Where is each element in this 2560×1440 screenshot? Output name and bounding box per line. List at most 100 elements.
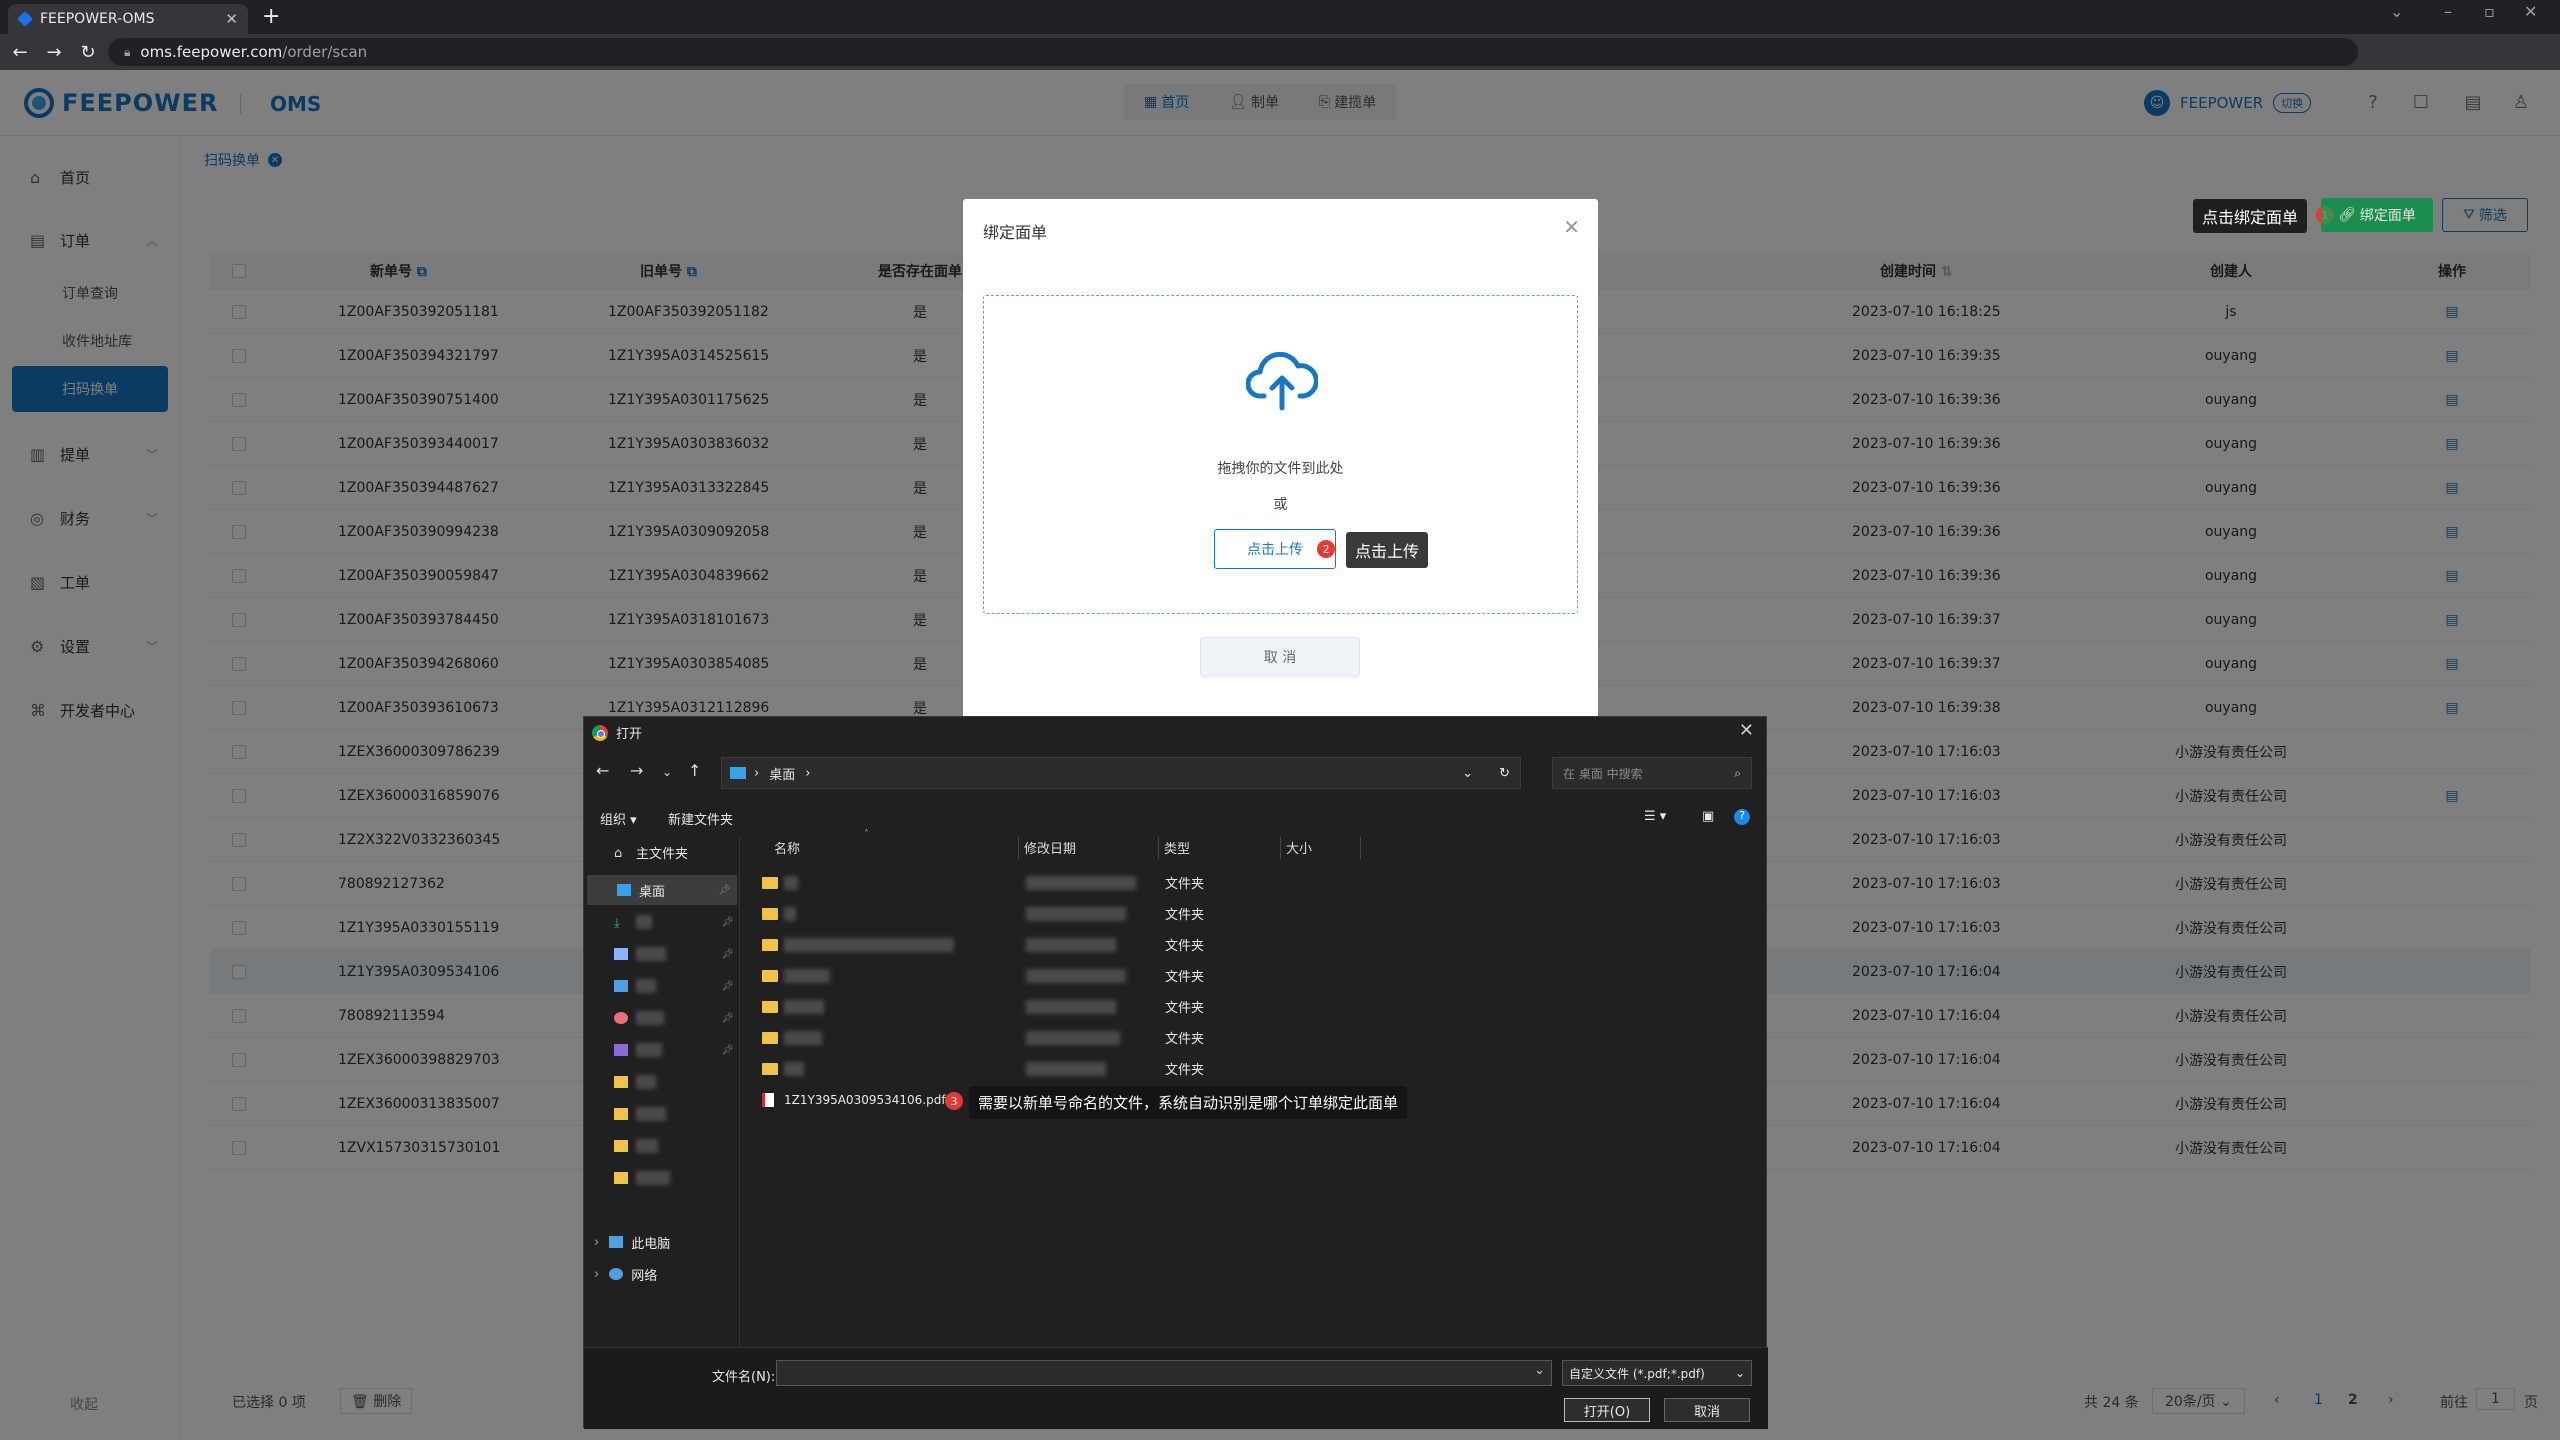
nav-home-folder[interactable]: ⌂ 主文件夹 — [584, 837, 740, 867]
video-icon — [614, 1044, 628, 1056]
desktop-icon — [617, 884, 631, 896]
blurred-date — [1026, 875, 1136, 890]
nav-music[interactable]: 📌︎ — [584, 1003, 740, 1033]
pin-icon: 📌︎ — [721, 980, 734, 992]
column-name[interactable]: 名称 — [774, 838, 800, 857]
column-type[interactable]: 类型 — [1164, 838, 1190, 857]
filename-input[interactable]: ⌄ — [776, 1360, 1552, 1386]
back-icon[interactable]: ← — [6, 42, 34, 63]
download-icon: ⤓ — [614, 916, 620, 931]
chevron-down-icon[interactable]: ⌄ — [1534, 1363, 1545, 1378]
folder-icon — [614, 1140, 628, 1152]
open-button[interactable]: 打开(O) — [1564, 1398, 1650, 1422]
link-icon: 🔗︎ — [2338, 207, 2356, 223]
nav-pictures[interactable]: 📌︎ — [584, 971, 740, 1001]
folder-type-cell: 文件夹 — [1165, 970, 1205, 985]
pin-icon: 📌︎ — [721, 1012, 734, 1024]
lock-icon: 🔒︎ — [124, 44, 131, 59]
nav-folder[interactable] — [584, 1099, 740, 1129]
new-folder-button[interactable]: 新建文件夹 — [668, 809, 733, 828]
modal-cancel-button[interactable]: 取 消 — [1200, 637, 1360, 677]
path-segment[interactable]: 桌面 — [769, 764, 795, 783]
nav-folder[interactable] — [584, 1131, 740, 1161]
column-modified[interactable]: 修改日期 — [1024, 838, 1076, 857]
file-row-folder[interactable]: 文件夹 — [744, 960, 1344, 991]
blurred-date — [1026, 1030, 1120, 1045]
modal-close-icon[interactable]: ✕ — [1563, 215, 1580, 239]
folder-type-cell: 文件夹 — [1165, 908, 1205, 923]
bind-label-button-highlight[interactable]: 🔗︎ 绑定面单 — [2321, 198, 2433, 232]
blurred-name — [784, 999, 824, 1014]
browser-tab[interactable]: FEEPOWER-OMS ✕ — [8, 4, 248, 34]
or-text: 或 — [1273, 497, 1288, 513]
nav-network[interactable]: › 网络 — [584, 1259, 740, 1289]
nav-label: 网络 — [631, 1268, 658, 1284]
file-row-folder[interactable]: 文件夹 — [744, 867, 1344, 898]
folder-icon — [762, 1000, 778, 1013]
file-row-folder[interactable]: 文件夹 — [744, 991, 1344, 1022]
chevron-down-icon: ⌄ — [1734, 1366, 1745, 1380]
folder-icon — [762, 1031, 778, 1044]
minimize-icon[interactable]: – — [2444, 2, 2452, 21]
expand-chevron-icon: › — [594, 1266, 600, 1282]
callout-2-text: 点击上传 — [1346, 532, 1429, 568]
dialog-close-icon[interactable]: ✕ — [1739, 720, 1754, 741]
nav-label: 主文件夹 — [636, 846, 689, 862]
organize-label: 组织 — [600, 813, 627, 828]
nav-downloads[interactable]: ⤓ 📌︎ — [584, 907, 740, 937]
modal-title: 绑定面单 — [983, 223, 1048, 242]
organize-menu[interactable]: 组织 ▾ — [600, 809, 637, 828]
nav-folder[interactable] — [584, 1067, 740, 1097]
url-input[interactable]: 🔒︎ oms.feepower.com/order/scan — [108, 38, 2358, 66]
file-row-folder[interactable]: 文件夹 — [744, 1022, 1344, 1053]
file-row-folder[interactable]: 文件夹 — [744, 1053, 1344, 1084]
dialog-titlebar: 打开 — [592, 723, 642, 742]
column-divider — [1360, 837, 1361, 859]
path-breadcrumb[interactable]: › 桌面 › ⌄ ↻ — [721, 757, 1521, 789]
music-icon — [614, 1012, 628, 1024]
folder-type-cell: 文件夹 — [1165, 877, 1205, 892]
nav-folder[interactable] — [584, 1163, 740, 1193]
recent-locations-icon[interactable]: ⌄ — [662, 765, 672, 779]
path-chevron-icon: › — [754, 765, 760, 781]
pin-icon: 📌︎ — [718, 884, 731, 896]
reload-icon[interactable]: ↻ — [74, 42, 102, 63]
dialog-title: 打开 — [616, 727, 643, 742]
nav-this-pc[interactable]: › 此电脑 — [584, 1227, 740, 1257]
column-size[interactable]: 大小 — [1286, 838, 1312, 857]
forward-icon[interactable]: → — [40, 42, 68, 63]
file-dropzone[interactable]: 拖拽你的文件到此处 或 点击上传 — [983, 295, 1578, 614]
nav-documents[interactable]: 📌︎ — [584, 939, 740, 969]
nav-videos[interactable]: 📌︎ — [584, 1035, 740, 1065]
callout-3-text: 需要以新单号命名的文件，系统自动识别是哪个订单绑定此面单 — [969, 1086, 1408, 1119]
up-folder-icon[interactable]: ↑ — [688, 761, 701, 780]
maximize-icon[interactable]: ▫ — [2484, 2, 2495, 21]
callout-3-badge: 3 — [945, 1092, 963, 1110]
column-divider — [1018, 837, 1019, 859]
window-close-icon[interactable]: ✕ — [2524, 2, 2537, 21]
folder-type-cell: 文件夹 — [1165, 939, 1205, 954]
blurred-date — [1026, 906, 1126, 921]
dialog-footer: 文件名(N): ⌄ 自定义文件 (*.pdf;*.pdf) ⌄ 打开(O) 取消 — [584, 1347, 1768, 1429]
refresh-icon[interactable]: ↻ — [1499, 766, 1510, 781]
path-dropdown-icon[interactable]: ⌄ — [1462, 766, 1473, 781]
preview-pane-icon[interactable]: ▣ — [1702, 809, 1714, 824]
folder-icon — [614, 1076, 628, 1088]
view-options-icon[interactable]: ☰ ▾ — [1644, 809, 1666, 824]
file-row-folder[interactable]: 文件夹 — [744, 929, 1344, 960]
filetype-select[interactable]: 自定义文件 (*.pdf;*.pdf) ⌄ — [1562, 1360, 1752, 1386]
back-icon[interactable]: ← — [596, 761, 609, 780]
forward-icon[interactable]: → — [630, 761, 643, 780]
dialog-cancel-button[interactable]: 取消 — [1664, 1398, 1750, 1422]
tab-close-icon[interactable]: ✕ — [225, 10, 238, 28]
help-icon[interactable]: ? — [1734, 809, 1750, 825]
folder-icon — [614, 1172, 628, 1184]
folder-type-cell: 文件夹 — [1165, 1032, 1205, 1047]
blurred-name — [784, 906, 796, 921]
nav-desktop[interactable]: 桌面 📌︎ — [587, 875, 737, 905]
dialog-search-input[interactable]: 在 桌面 中搜索 ⌕ — [1552, 757, 1752, 789]
file-row-folder[interactable]: 文件夹 — [744, 898, 1344, 929]
folder-icon — [762, 1062, 778, 1075]
new-tab-icon[interactable]: + — [262, 4, 280, 29]
tab-search-chevron-icon[interactable]: ⌄ — [2390, 2, 2403, 21]
